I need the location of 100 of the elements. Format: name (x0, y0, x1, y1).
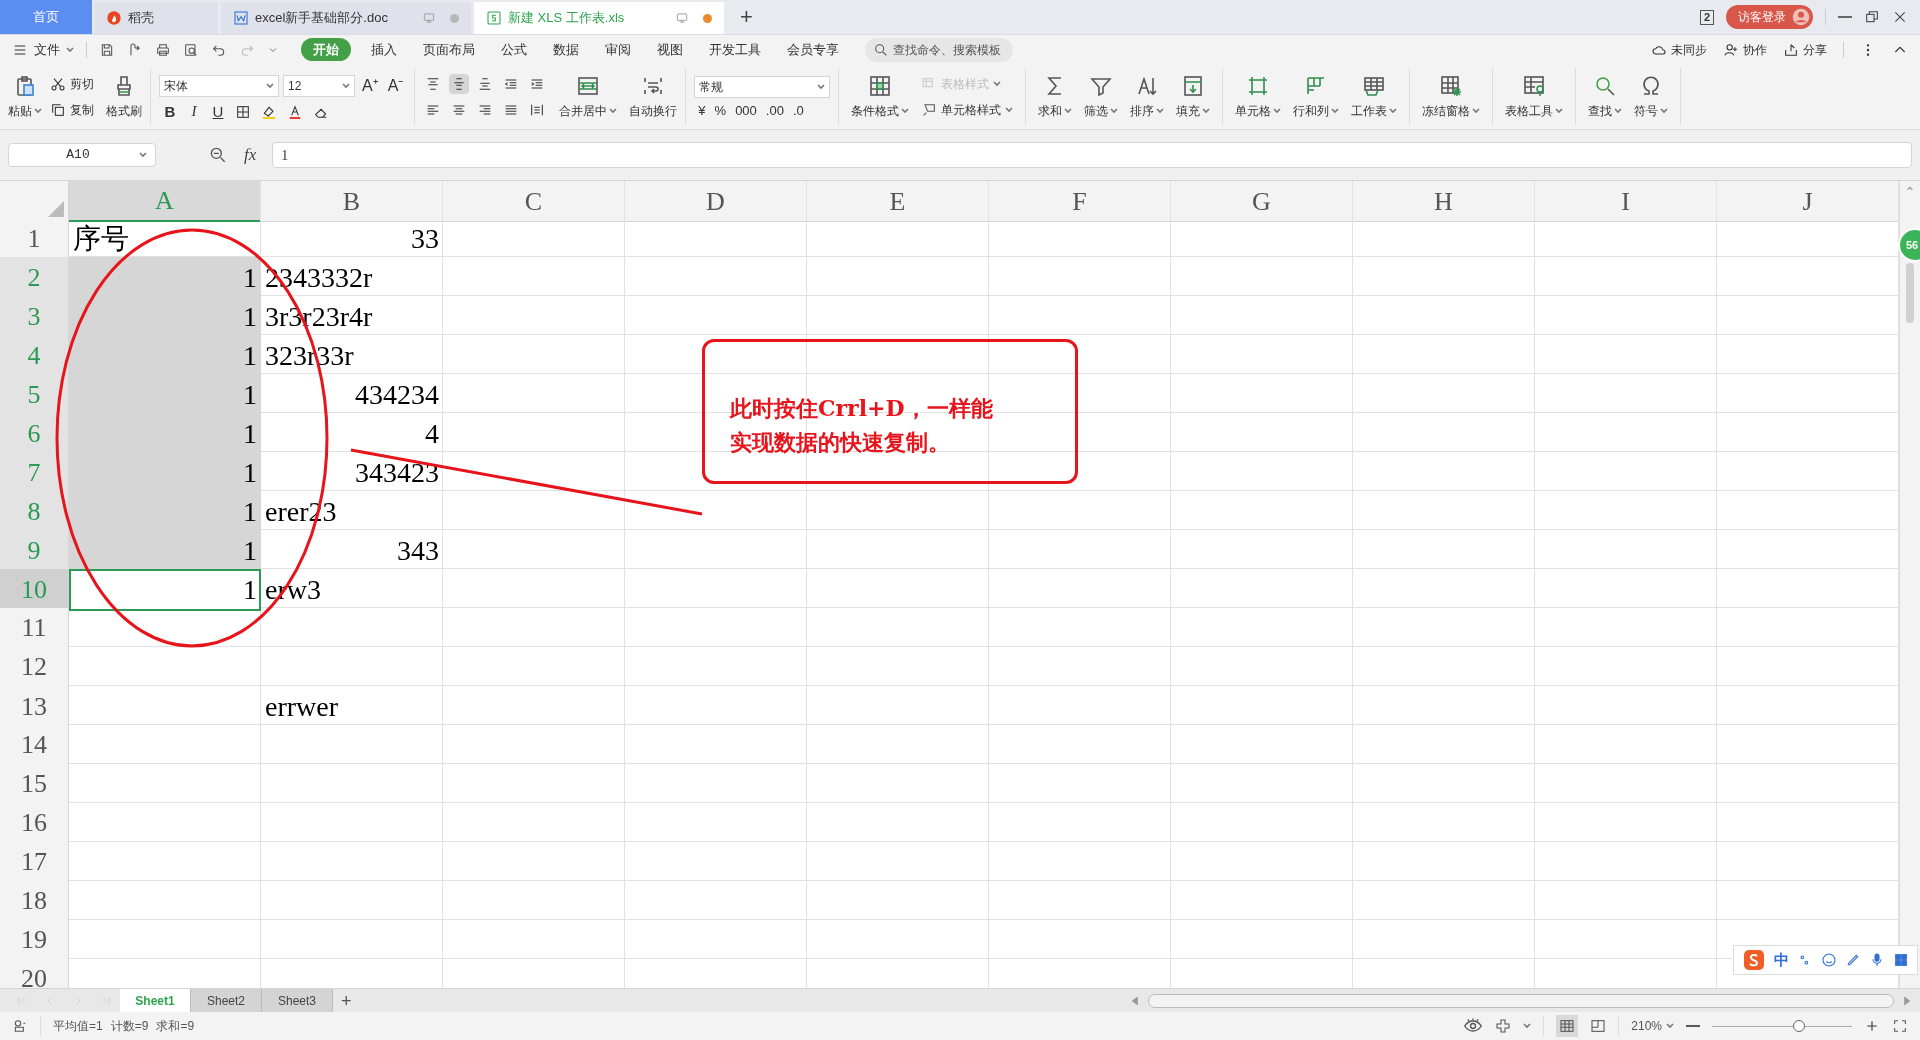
slider-thumb[interactable] (1792, 1020, 1805, 1032)
ribbon-tab[interactable]: 会员专享 (781, 39, 845, 60)
corner-triangle-icon (48, 201, 64, 217)
format-painter-button[interactable]: 格式刷 (106, 73, 142, 120)
row-header[interactable]: 11 (0, 608, 69, 648)
ribbon-tab[interactable]: 插入 (365, 39, 403, 60)
font-size-dropdown[interactable]: 12 (283, 74, 355, 97)
number-format-button[interactable]: % (714, 104, 727, 117)
callout-text: 实现数据的快速复制。 (730, 428, 951, 457)
document-tab[interactable]: excel新手基础部分.doc (221, 2, 471, 34)
row-header[interactable]: 20 (0, 959, 69, 988)
sheet-tab[interactable]: Sheet2 (191, 989, 262, 1012)
caret-icon (1156, 106, 1165, 115)
merge-center-button[interactable]: 合并居中 (559, 73, 618, 120)
add-sheet-button[interactable]: + (341, 991, 352, 1010)
caret-icon (1666, 1022, 1674, 1030)
row-header[interactable]: 1 (0, 218, 69, 260)
ribbon-button[interactable]: 排序 (1130, 73, 1165, 120)
caret-icon (266, 81, 274, 90)
column-header[interactable]: I (1535, 181, 1717, 222)
font-style-button[interactable]: U (211, 104, 225, 119)
scrollbar-thumb[interactable] (1906, 263, 1914, 323)
align-button[interactable] (449, 73, 470, 94)
column-header[interactable]: H (1353, 181, 1535, 222)
ribbon-button[interactable]: 符号 (1634, 73, 1669, 120)
minimize-icon (1838, 16, 1852, 18)
document-tab[interactable]: 稻壳 (94, 2, 218, 34)
zoom-icon (208, 145, 228, 165)
zoom-level-dropdown[interactable]: 210% (1631, 1017, 1674, 1035)
ribbon-button[interactable]: 单元格样式 (921, 100, 1014, 119)
number-format-button[interactable]: .0 (792, 104, 804, 117)
row-header[interactable]: 17 (0, 842, 69, 882)
formula-input[interactable]: 1 (272, 142, 1912, 168)
horizontal-scrollbar-thumb[interactable] (1148, 993, 1894, 1008)
column-header[interactable]: B (261, 181, 443, 222)
toolbar-action[interactable]: 分享 (1783, 40, 1827, 59)
number-format-button[interactable]: .00 (765, 104, 784, 117)
ribbon-tab[interactable]: 审阅 (599, 39, 637, 60)
ribbon-button[interactable]: 单元格 (1235, 73, 1282, 120)
row-header[interactable]: 19 (0, 920, 69, 960)
print-icon (155, 41, 171, 58)
login-button[interactable]: 访客登录 (1726, 5, 1813, 29)
row-header[interactable]: 13 (0, 686, 69, 728)
status-stat: 求和=9 (156, 1018, 195, 1035)
zoom-in-icon (1864, 1018, 1880, 1034)
paste-button[interactable]: 粘贴 (8, 73, 42, 120)
page-count-button[interactable]: 2 (1699, 9, 1714, 25)
file-menu[interactable]: 文件 (12, 39, 74, 60)
ribbon-button[interactable]: 条件格式 (851, 73, 910, 120)
command-search-field[interactable]: 查找命令、搜索模板 (865, 37, 1013, 62)
caret-icon (609, 106, 618, 115)
cut-button[interactable]: 剪切 (50, 74, 94, 93)
font-size-button[interactable]: A⁺ (359, 73, 381, 98)
wrap-text-button[interactable]: 自动换行 (629, 73, 678, 120)
column-header[interactable]: C (443, 181, 625, 222)
toolbar-action[interactable]: 协作 (1723, 40, 1767, 59)
column-header[interactable]: G (1171, 181, 1353, 222)
row-header[interactable]: 15 (0, 764, 69, 804)
font-style-button[interactable]: I (187, 104, 201, 119)
font-size-button[interactable]: A⁻ (384, 73, 407, 98)
status-stat: 平均值=1 (53, 1018, 103, 1035)
row-header[interactable]: 14 (0, 725, 69, 765)
ribbon-tab[interactable]: 数据 (547, 39, 585, 60)
number-format-dropdown[interactable]: 常规 (694, 76, 831, 98)
font-name-dropdown[interactable]: 宋体 (159, 74, 279, 97)
grid-view-icon (1559, 1018, 1576, 1034)
ribbon-button[interactable]: 筛选 (1084, 73, 1119, 120)
caret-icon (34, 106, 42, 115)
ribbon-button[interactable]: 冻结窗格 (1422, 73, 1481, 120)
grid-icon (1893, 952, 1909, 968)
column-header[interactable]: J (1717, 181, 1899, 222)
new-tab-button[interactable]: + (740, 6, 753, 28)
ribbon-button[interactable]: 查找 (1588, 73, 1623, 120)
font-style-button[interactable]: B (163, 104, 177, 119)
column-header[interactable]: F (989, 181, 1171, 222)
ribbon-button[interactable]: 求和 (1038, 73, 1073, 120)
ribbon-button[interactable]: 表格工具 (1505, 73, 1564, 120)
ribbon-button[interactable]: 行和列 (1293, 73, 1340, 120)
ribbon-tab[interactable]: 公式 (495, 39, 533, 60)
input-mode-indicator[interactable]: 中 (1774, 948, 1789, 972)
row-header[interactable]: 16 (0, 803, 69, 843)
zoom-slider[interactable] (1712, 1020, 1852, 1032)
number-format-button[interactable]: ¥ (698, 104, 706, 117)
ribbon-tab[interactable]: 视图 (651, 39, 689, 60)
column-header[interactable]: E (807, 181, 989, 222)
row-header[interactable]: 12 (0, 647, 69, 687)
copy-button[interactable]: 复制 (50, 100, 94, 119)
row-header[interactable]: 18 (0, 881, 69, 921)
name-box[interactable]: A10 (8, 143, 156, 167)
sheet-tab[interactable]: Sheet3 (262, 989, 333, 1012)
number-format-button[interactable]: 000 (735, 104, 757, 117)
copy-icon (50, 101, 66, 118)
normal-view-button[interactable] (1556, 1015, 1579, 1037)
column-header[interactable]: D (625, 181, 807, 222)
ribbon-tab[interactable]: 开发工具 (703, 39, 767, 60)
ribbon-button[interactable]: 工作表 (1351, 73, 1398, 120)
ribbon-tab[interactable]: 页面布局 (417, 39, 481, 60)
ribbon-button[interactable]: 填充 (1176, 73, 1211, 120)
function-button[interactable]: fx (244, 142, 257, 168)
toolbar-action[interactable]: 未同步 (1651, 40, 1707, 59)
